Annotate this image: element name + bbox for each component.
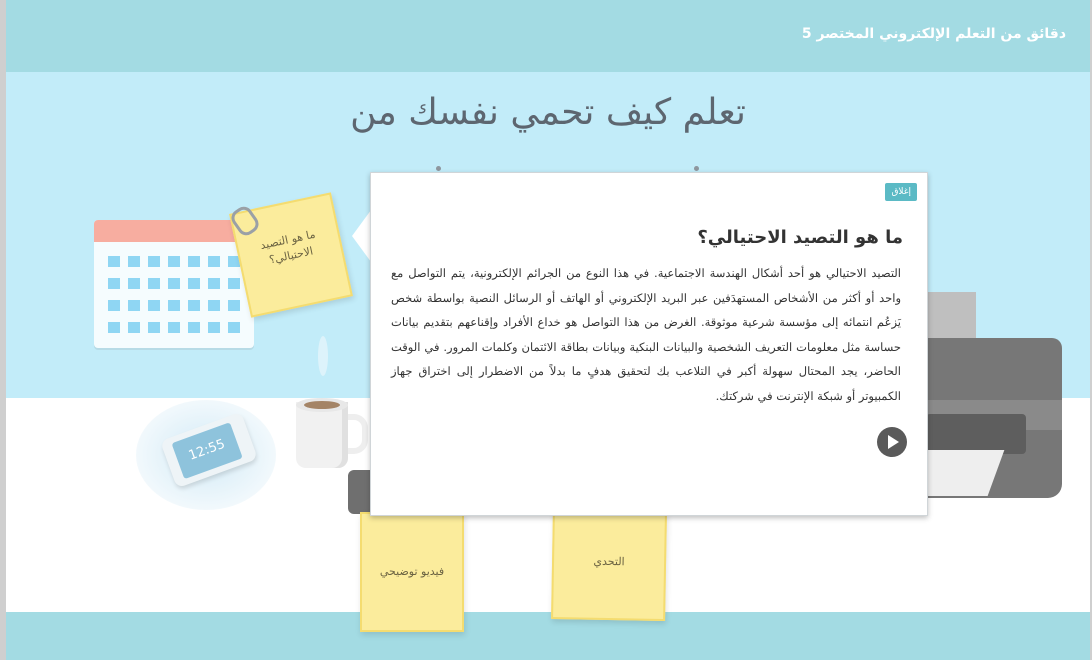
sticky-note-video[interactable]: فيديو توضيحي — [360, 512, 464, 632]
bottom-bar — [6, 612, 1090, 660]
sticky-note-label: ما هو التصيد الاحتيالي؟ — [258, 227, 317, 267]
course-title: دقائق من التعلم الإلكتروني المختصر 5 — [801, 26, 1066, 42]
heading-dot — [694, 166, 699, 171]
close-button[interactable]: إغلاق — [885, 183, 917, 201]
play-icon[interactable] — [877, 427, 907, 457]
sticky-note-label: فيديو توضيحي — [379, 565, 445, 578]
calendar-cell — [128, 256, 140, 267]
calendar-cell — [208, 300, 220, 311]
calendar-cell — [128, 300, 140, 311]
top-bar: دقائق من التعلم الإلكتروني المختصر 5 — [6, 0, 1090, 72]
calendar-cell — [168, 300, 180, 311]
calendar-cell — [228, 322, 240, 333]
heading-dot — [436, 166, 441, 171]
coffee — [304, 401, 340, 409]
info-popup: إغلاق ما هو التصيد الاحتيالي؟ التصيد الا… — [370, 172, 928, 516]
calendar-cell — [108, 300, 120, 311]
calendar-cell — [208, 322, 220, 333]
calendar-cell — [188, 300, 200, 311]
calendar-cell — [168, 256, 180, 267]
scene-heading: تعلم كيف تحمي نفسك من — [350, 92, 746, 133]
calendar-cell — [168, 278, 180, 289]
calendar-cell — [188, 322, 200, 333]
calendar-cell — [188, 278, 200, 289]
calendar-cell — [148, 256, 160, 267]
steam-illustration — [318, 336, 328, 376]
popup-title: ما هو التصيد الاحتيالي؟ — [697, 227, 903, 248]
sticky-note-challenge[interactable]: التحدي — [551, 511, 667, 621]
calendar-cell — [128, 322, 140, 333]
calendar-illustration — [94, 220, 254, 350]
calendar-cell — [208, 278, 220, 289]
calendar-cell — [188, 256, 200, 267]
calendar-cell — [148, 322, 160, 333]
calendar-cell — [148, 278, 160, 289]
printer-slot — [926, 414, 1026, 454]
course-frame: دقائق من التعلم الإلكتروني المختصر 5 تعل… — [6, 0, 1090, 660]
calendar-cell — [108, 256, 120, 267]
calendar-cell — [148, 300, 160, 311]
calendar-cell — [128, 278, 140, 289]
calendar-cell — [208, 256, 220, 267]
calendar-cell — [228, 278, 240, 289]
popup-body: التصيد الاحتيالي هو أحد أشكال الهندسة ال… — [391, 266, 901, 403]
calendar-cell — [168, 322, 180, 333]
sticky-note-label: التحدي — [593, 554, 625, 569]
calendar-cell — [108, 278, 120, 289]
calendar-cell — [228, 300, 240, 311]
calendar-cell — [108, 322, 120, 333]
calendar-header — [94, 220, 254, 242]
